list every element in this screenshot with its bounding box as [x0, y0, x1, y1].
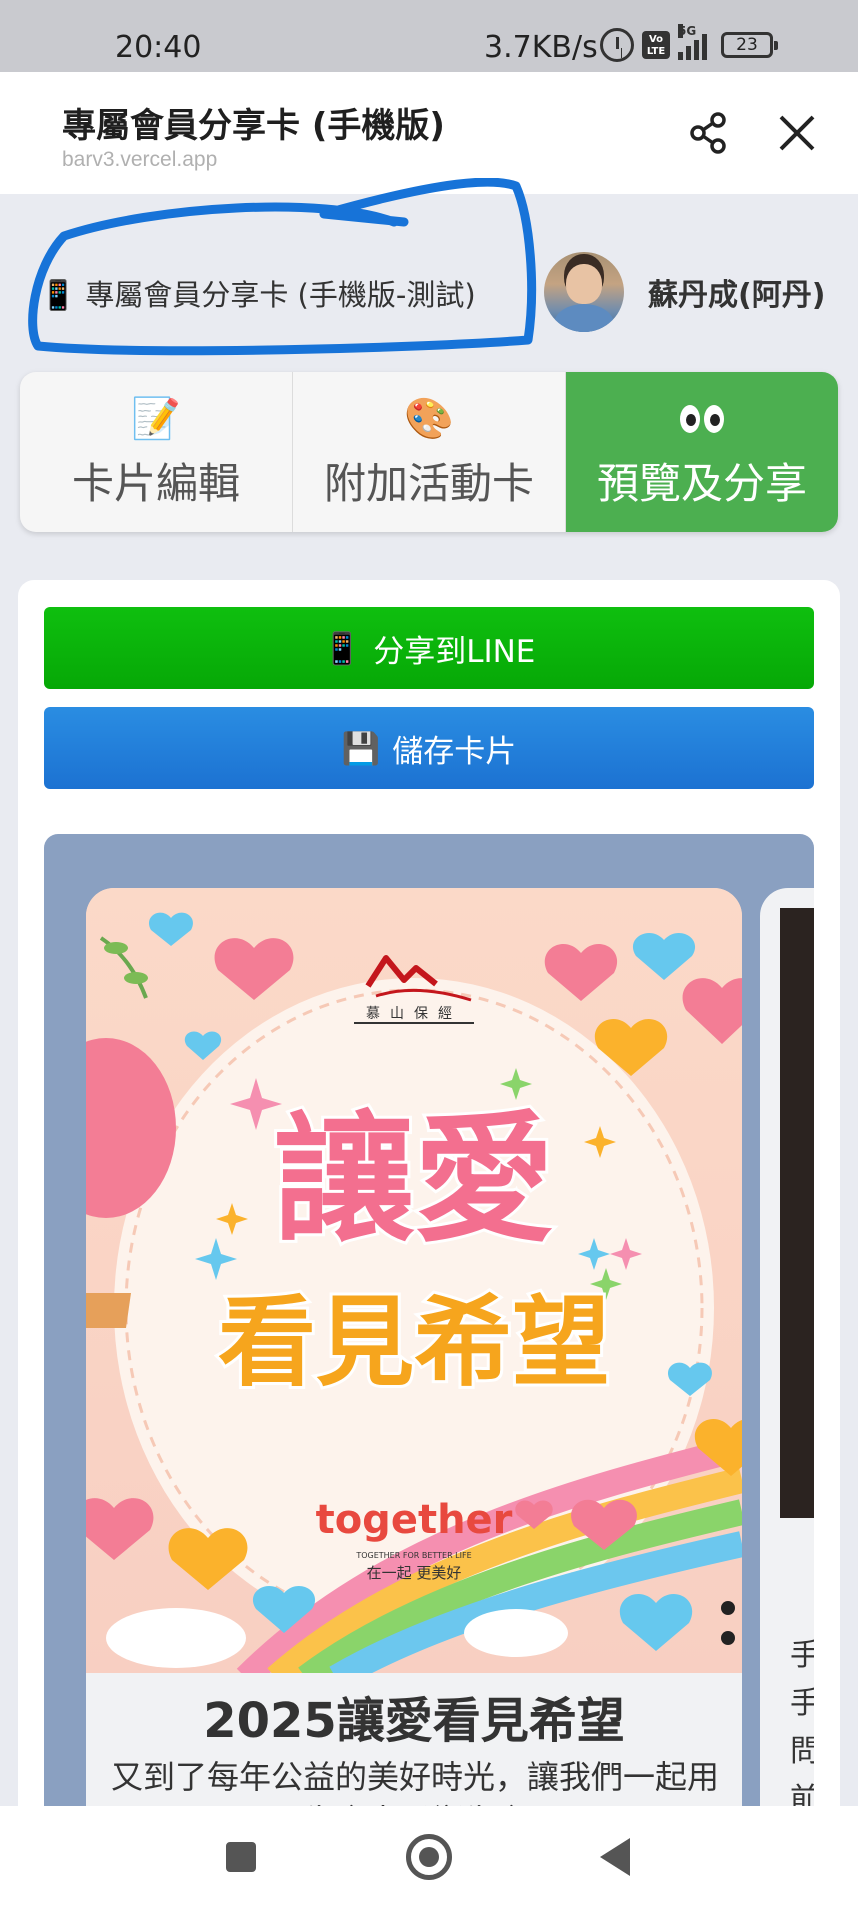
- status-bar: 20:40 3.7KB/s Vo LTE 5G 23: [0, 0, 858, 72]
- page-label-text: 專屬會員分享卡 (手機版-測試): [85, 278, 476, 312]
- avatar[interactable]: [544, 252, 624, 332]
- eyes-icon: [680, 394, 724, 444]
- back-button[interactable]: [600, 1838, 630, 1876]
- brand-slogan: 在一起 更美好: [367, 1564, 462, 1582]
- tab-bar: 📝 卡片編輯 🎨 附加活動卡 預覽及分享: [20, 372, 838, 532]
- close-button[interactable]: [772, 108, 822, 158]
- poster-headline-top: 讓愛: [274, 1099, 554, 1262]
- save-card-button[interactable]: 💾 儲存卡片: [44, 707, 814, 789]
- share-line-button[interactable]: 📱 分享到LINE: [44, 607, 814, 689]
- next-card-text: 手 手 問 前: [790, 1638, 814, 1817]
- tab-label: 附加活動卡: [323, 458, 534, 508]
- home-button[interactable]: [406, 1834, 452, 1880]
- memo-icon: 📝: [131, 395, 181, 442]
- app-title: 專屬會員分享卡 (手機版): [62, 106, 445, 146]
- brand-tagline: TOGETHER FOR BETTER LIFE: [355, 1551, 471, 1560]
- close-icon: [779, 115, 815, 151]
- next-activity-card[interactable]: 手 手 問 前: [760, 888, 814, 1907]
- phone-icon: 📱: [40, 278, 77, 312]
- next-card-image: [780, 908, 814, 1518]
- system-nav-bar: [0, 1806, 858, 1907]
- save-card-label: 儲存卡片: [392, 733, 517, 770]
- volte-icon: Vo LTE: [642, 31, 670, 59]
- card-title: 2025讓愛看見希望: [203, 1693, 625, 1749]
- recent-apps-button[interactable]: [226, 1842, 256, 1872]
- palette-icon: 🎨: [404, 395, 454, 442]
- tab-label: 預覽及分享: [596, 458, 807, 508]
- share-button[interactable]: [684, 108, 734, 158]
- app-url: barv3.vercel.app: [62, 148, 218, 171]
- user-name: 蘇丹成(阿丹): [648, 278, 826, 313]
- poster-image: 慕山保經 讓愛 看見希望 together TOGETHER FOR BETTE…: [86, 888, 742, 1678]
- tab-card-edit[interactable]: 📝 卡片編輯: [20, 372, 293, 532]
- network-type: 5G: [678, 24, 697, 38]
- page-label: 📱 專屬會員分享卡 (手機版-測試): [40, 272, 476, 314]
- app-bar: 專屬會員分享卡 (手機版) barv3.vercel.app: [0, 72, 858, 194]
- alarm-icon: [600, 28, 634, 62]
- mobile-phone-icon: 📱: [322, 630, 362, 667]
- share-line-label: 分享到LINE: [373, 633, 536, 670]
- tab-extra-activity[interactable]: 🎨 附加活動卡: [293, 372, 566, 532]
- network-speed: 3.7KB/s: [484, 30, 598, 65]
- tab-label: 卡片編輯: [71, 458, 240, 508]
- share-icon: [690, 112, 726, 154]
- status-icons: Vo LTE 5G 23: [600, 24, 778, 62]
- battery-icon: 23: [721, 32, 778, 58]
- signal-icon: 5G: [678, 24, 707, 60]
- tab-preview-share[interactable]: 預覽及分享: [566, 372, 838, 532]
- activity-card[interactable]: 慕山保經 讓愛 看見希望 together TOGETHER FOR BETTE…: [86, 888, 742, 1907]
- logo-text: 慕山保經: [366, 1006, 462, 1022]
- brand-logo: together: [316, 1497, 513, 1543]
- preview-panel: 📱 分享到LINE 💾 儲存卡片 慕山保經 讓愛 看見希望 together T…: [18, 580, 840, 1907]
- floppy-disk-icon: 💾: [341, 730, 381, 767]
- poster-headline-bottom: 看見希望: [218, 1286, 610, 1400]
- status-time: 20:40: [115, 30, 202, 65]
- card-carousel[interactable]: 慕山保經 讓愛 看見希望 together TOGETHER FOR BETTE…: [44, 834, 814, 1907]
